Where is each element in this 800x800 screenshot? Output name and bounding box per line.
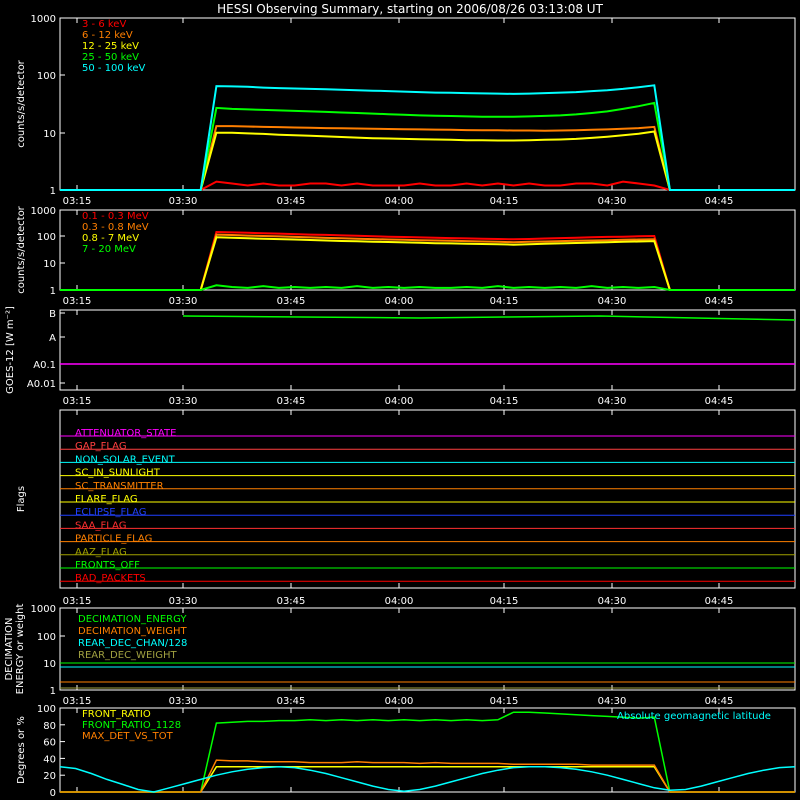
x-tick-label: 04:00 [385, 396, 414, 407]
x-tick-label: 04:30 [598, 596, 627, 607]
x-tick-label: 03:15 [63, 296, 92, 307]
y-tick-label: 1000 [31, 206, 56, 217]
x-tick-label: 04:00 [385, 696, 414, 707]
y-tick-label: 10 [43, 129, 56, 140]
flag-label: GAP_FLAG [75, 441, 127, 452]
legend-entry: 12 - 25 keV [82, 41, 139, 52]
x-tick-label: 03:15 [63, 396, 92, 407]
y-axis-label: Flags [16, 486, 27, 512]
y-axis-label: counts/s/detector [16, 59, 27, 147]
legend-entry: 50 - 100 keV [82, 63, 146, 74]
x-tick-label: 03:30 [169, 296, 198, 307]
y-tick-label: 1 [50, 186, 56, 197]
x-tick-label: 03:45 [277, 596, 306, 607]
legend-entry: 0.3 - 0.8 MeV [82, 222, 149, 233]
x-tick-label: 04:30 [598, 296, 627, 307]
x-tick-label: 03:30 [169, 196, 198, 207]
x-tick-label: 04:30 [598, 396, 627, 407]
y-tick-label: 20 [43, 771, 56, 782]
legend-entry: 7 - 20 MeV [82, 244, 136, 255]
x-tick-label: 04:15 [490, 396, 519, 407]
y-tick-label: 100 [37, 704, 56, 715]
y-tick-label: 100 [37, 71, 56, 82]
y-tick-label: B [49, 309, 56, 320]
x-tick-label: 03:15 [63, 196, 92, 207]
y-tick-label: A0.1 [33, 360, 56, 371]
x-tick-label: 03:45 [277, 696, 306, 707]
y-tick-label: 100 [37, 632, 56, 643]
flag-label: FLARE_FLAG [75, 494, 138, 505]
x-tick-label: 04:45 [705, 396, 734, 407]
x-tick-label: 04:45 [705, 196, 734, 207]
flag-label: NON_SOLAR_EVENT [75, 454, 176, 465]
flag-label: SC_TRANSMITTER [75, 481, 164, 492]
x-tick-label: 03:30 [169, 396, 198, 407]
flag-label: FRONTS_OFF [75, 560, 140, 571]
x-tick-label: 04:15 [490, 596, 519, 607]
y-tick-label: 1 [50, 686, 56, 697]
y-tick-label: 40 [43, 754, 56, 765]
y-tick-label: 0 [50, 788, 56, 799]
x-tick-label: 03:15 [63, 596, 92, 607]
x-tick-label: 04:30 [598, 696, 627, 707]
hessi-summary-figure: HESSI Observing Summary, starting on 200… [0, 0, 800, 800]
x-tick-label: 03:45 [277, 396, 306, 407]
x-tick-label: 04:45 [705, 596, 734, 607]
legend-entry: FRONT_RATIO [82, 709, 151, 720]
x-tick-label: 03:30 [169, 696, 198, 707]
legend-entry: 6 - 12 keV [82, 30, 133, 41]
flag-label: ATTENUATOR_STATE [75, 428, 176, 439]
y-tick-label: 10 [43, 659, 56, 670]
legend-entry: REAR_DEC_CHAN/128 [78, 638, 187, 649]
x-tick-label: 04:45 [705, 696, 734, 707]
y-axis-label: ENERGY or weight [15, 604, 26, 695]
x-tick-label: 04:15 [490, 196, 519, 207]
x-tick-label: 03:45 [277, 196, 306, 207]
y-tick-label: 1 [50, 286, 56, 297]
legend-entry: 0.1 - 0.3 MeV [82, 211, 149, 222]
y-axis-label: GOES-12 [W m⁻²] [5, 306, 16, 394]
legend-entry: DECIMATION_WEIGHT [78, 626, 187, 637]
flag-label: BAD_PACKETS [75, 573, 146, 584]
y-tick-label: 60 [43, 738, 56, 749]
legend-entry: 0.8 - 7 MeV [82, 233, 139, 244]
y-tick-label: A0.01 [27, 379, 56, 390]
x-tick-label: 03:45 [277, 296, 306, 307]
flag-label: AAZ_FLAG [75, 547, 127, 558]
x-tick-label: 04:00 [385, 596, 414, 607]
y-tick-label: 10 [43, 259, 56, 270]
flag-label: ECLIPSE_FLAG [75, 507, 146, 518]
figure-title: HESSI Observing Summary, starting on 200… [217, 2, 603, 16]
legend-entry: 3 - 6 keV [82, 19, 126, 30]
legend-entry: DECIMATION_ENERGY [78, 614, 187, 625]
y-tick-label: 1000 [31, 604, 56, 615]
y-tick-label: 100 [37, 232, 56, 243]
y-tick-label: A [49, 333, 56, 344]
legend-entry: FRONT_RATIO_1128 [82, 720, 181, 731]
x-tick-label: 04:45 [705, 296, 734, 307]
y-axis-label: DECIMATION [4, 617, 15, 680]
x-tick-label: 04:30 [598, 196, 627, 207]
x-tick-label: 04:00 [385, 196, 414, 207]
flag-label: SC_IN_SUNLIGHT [75, 468, 161, 479]
y-tick-label: 1000 [31, 14, 56, 25]
y-axis-label: Degrees or % [16, 716, 27, 784]
y-axis-label: counts/s/detector [16, 205, 27, 293]
x-tick-label: 03:30 [169, 596, 198, 607]
x-tick-label: 04:15 [490, 296, 519, 307]
x-tick-label: 04:15 [490, 696, 519, 707]
legend-entry: MAX_DET_VS_TOT [82, 731, 174, 742]
y-tick-label: 80 [43, 721, 56, 732]
legend-entry: REAR_DEC_WEIGHT [78, 650, 177, 661]
flag-label: SAA_FLAG [75, 520, 126, 531]
flag-label: PARTICLE_FLAG [75, 534, 152, 545]
x-tick-label: 03:15 [63, 696, 92, 707]
x-tick-label: 04:00 [385, 296, 414, 307]
legend-entry: 25 - 50 keV [82, 52, 139, 63]
legend-entry: Absolute geomagnetic latitude [617, 711, 771, 722]
